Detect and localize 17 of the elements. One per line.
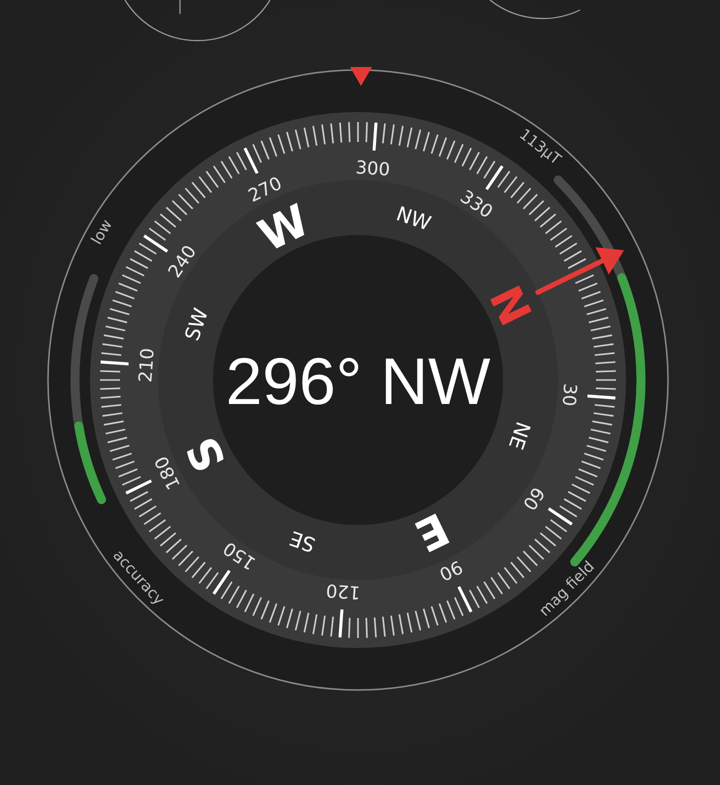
dial-number: 210 <box>135 347 159 384</box>
north-arrow-icon <box>535 247 624 295</box>
accuracy-low-label: low <box>87 216 116 248</box>
dial-number: 120 <box>325 579 362 603</box>
dial-number: 330 <box>456 186 496 223</box>
dial-number: 60 <box>518 482 548 514</box>
dial-number: 270 <box>245 172 286 207</box>
cardinal-label: N <box>478 278 540 334</box>
heading-readout: 296° NW <box>226 344 490 418</box>
cardinal-label: NE <box>504 418 536 453</box>
dial-number: 150 <box>220 537 260 574</box>
dial-number: 30 <box>558 382 580 407</box>
cardinal-label: SE <box>286 526 318 558</box>
cardinal-label: NW <box>393 201 434 236</box>
heading-marker-icon <box>350 67 372 86</box>
dial-number: 300 <box>354 157 391 181</box>
cardinal-label: SW <box>180 305 213 344</box>
